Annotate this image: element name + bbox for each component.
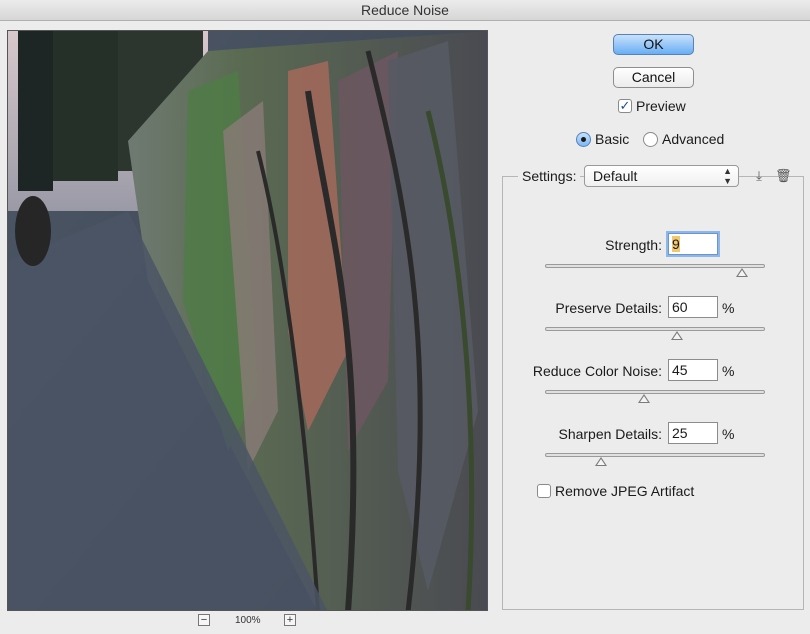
param-value-field[interactable]: 9	[668, 233, 718, 255]
settings-select-value: Default	[593, 168, 638, 184]
zoom-out-button[interactable]: −	[198, 614, 210, 626]
trash-icon[interactable]: 🗑	[775, 168, 792, 184]
ok-button[interactable]: OK	[613, 34, 694, 55]
settings-label: Settings:	[518, 168, 581, 184]
settings-select[interactable]: Default ▲ ▼	[584, 165, 739, 187]
param-unit: %	[722, 426, 735, 442]
param-slider[interactable]	[545, 327, 765, 340]
mode-advanced-option[interactable]: Advanced	[643, 131, 724, 147]
param-value-field[interactable]: 45	[668, 359, 718, 381]
preview-toggle[interactable]: ✓ Preview	[618, 98, 686, 114]
param-label: Strength:	[605, 237, 662, 253]
save-settings-icon[interactable]: ⤓	[751, 168, 767, 184]
preview-image[interactable]	[7, 30, 488, 611]
param-value: 9	[672, 236, 680, 252]
param-value: 60	[672, 299, 688, 315]
slider-thumb-icon[interactable]	[594, 457, 607, 466]
unchecked-box-icon[interactable]	[537, 484, 551, 498]
remove-jpeg-artifact-label: Remove JPEG Artifact	[555, 483, 695, 499]
mode-basic-label: Basic	[595, 131, 630, 147]
param-value: 25	[672, 425, 688, 441]
select-arrows-icon: ▲ ▼	[723, 166, 732, 186]
mode-basic-option[interactable]: Basic	[576, 131, 629, 147]
param-slider[interactable]	[545, 264, 765, 277]
param-slider[interactable]	[545, 390, 765, 403]
preview-label: Preview	[636, 98, 686, 114]
checkmark-icon[interactable]: ✓	[618, 99, 632, 113]
param-unit: %	[722, 300, 735, 316]
graffiti-wall-photo	[8, 31, 487, 610]
param-unit: %	[722, 363, 735, 379]
mode-advanced-label: Advanced	[662, 131, 725, 147]
param-label: Preserve Details:	[555, 300, 662, 316]
slider-thumb-icon[interactable]	[670, 331, 683, 340]
param-value-field[interactable]: 60	[668, 296, 718, 318]
zoom-level: 100%	[235, 615, 261, 626]
slider-thumb-icon[interactable]	[638, 394, 651, 403]
param-slider[interactable]	[545, 453, 765, 466]
slider-thumb-icon[interactable]	[736, 268, 749, 277]
param-label: Sharpen Details:	[558, 426, 662, 442]
param-label: Reduce Color Noise:	[532, 363, 662, 379]
zoom-control: − 100% +	[198, 614, 298, 628]
remove-jpeg-artifact-toggle[interactable]: Remove JPEG Artifact	[537, 483, 694, 499]
cancel-button[interactable]: Cancel	[613, 67, 694, 88]
window-title: Reduce Noise	[0, 0, 810, 21]
radio-selected-icon[interactable]	[576, 131, 591, 147]
radio-unselected-icon[interactable]	[643, 131, 658, 147]
param-value: 45	[672, 362, 688, 378]
zoom-in-button[interactable]: +	[284, 614, 296, 626]
param-value-field[interactable]: 25	[668, 422, 718, 444]
